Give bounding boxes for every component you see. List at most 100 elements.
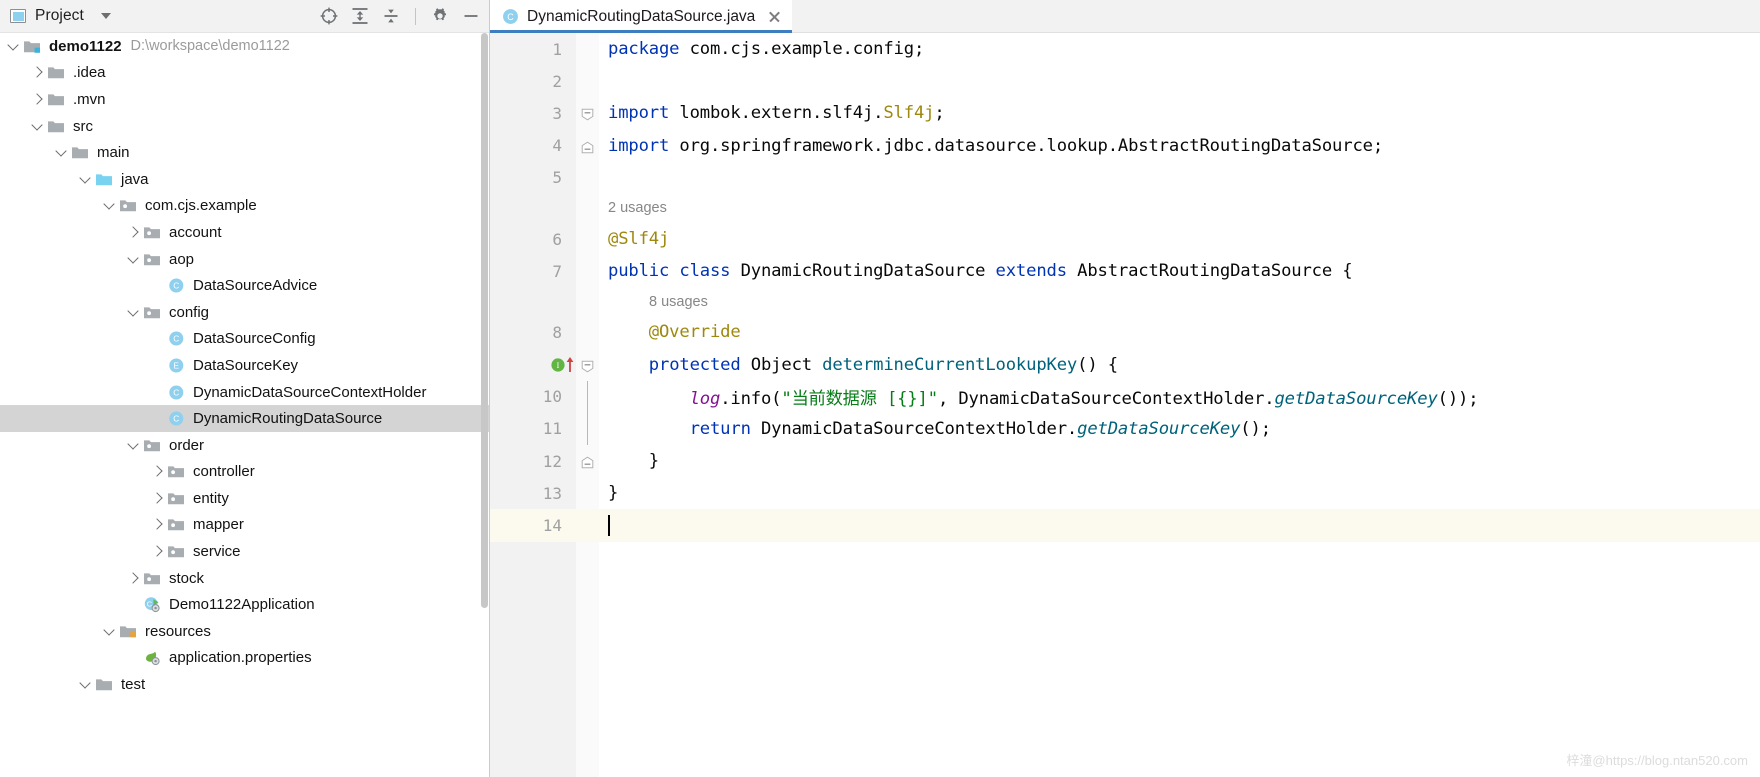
chevron-down-icon[interactable] [102, 624, 117, 639]
settings-button[interactable] [430, 6, 450, 26]
tree-item-demo1122application[interactable]: CDemo1122Application [0, 591, 489, 618]
fold-gutter-cell[interactable] [576, 349, 599, 381]
tree-item-order[interactable]: order [0, 432, 489, 459]
tree-item-config[interactable]: config [0, 299, 489, 326]
locate-file-button[interactable] [319, 6, 339, 26]
tree-item-mapper[interactable]: mapper [0, 512, 489, 539]
fold-gutter-cell[interactable] [576, 97, 599, 129]
tree-item-datasourceconfig[interactable]: CDataSourceConfig [0, 326, 489, 353]
code-token: AbstractRoutingDataSource { [1077, 261, 1352, 281]
spring-config-file-icon [143, 649, 162, 666]
tree-item-datasourceadvice[interactable]: CDataSourceAdvice [0, 272, 489, 299]
chevron-right-icon[interactable] [126, 571, 141, 586]
tree-item-stock[interactable]: stock [0, 565, 489, 592]
code-line[interactable]: 12 } [490, 445, 1760, 477]
tree-item-icon [47, 64, 73, 81]
line-number: 7 [490, 262, 576, 281]
tree-item-aop[interactable]: aop [0, 246, 489, 273]
tree-item-demo1122[interactable]: demo1122D:\workspace\demo1122 [0, 33, 489, 60]
code-line[interactable]: 3import lombok.extern.slf4j.Slf4j; [490, 97, 1760, 129]
fold-gutter-cell[interactable] [576, 130, 599, 162]
tree-item-dynamicroutingdatasource[interactable]: CDynamicRoutingDataSource [0, 405, 489, 432]
project-panel-title-group[interactable]: Project [10, 7, 319, 25]
tree-item-icon [143, 570, 169, 587]
fold-collapse-end-icon[interactable] [581, 454, 594, 467]
close-icon[interactable] [767, 9, 782, 24]
chevron-right-icon[interactable] [150, 544, 165, 559]
chevron-right-icon[interactable] [30, 65, 45, 80]
tree-item-main[interactable]: main [0, 139, 489, 166]
code-line[interactable]: 11 return DynamicDataSourceContextHolder… [490, 413, 1760, 445]
code-line[interactable]: 1package com.cjs.example.config; [490, 33, 1760, 65]
chevron-down-icon[interactable] [101, 13, 111, 19]
code-line[interactable]: 13} [490, 477, 1760, 509]
chevron-down-icon[interactable] [54, 145, 69, 160]
usage-hint[interactable]: 8 usages [490, 287, 1760, 316]
tree-item-test[interactable]: test [0, 671, 489, 698]
expand-all-button[interactable] [350, 6, 370, 26]
chevron-down-icon[interactable] [126, 252, 141, 267]
fold-collapse-icon[interactable] [581, 358, 594, 371]
chevron-down-icon[interactable] [30, 119, 45, 134]
svg-text:I: I [557, 361, 560, 370]
code-line[interactable]: 10 log.info("当前数据源 [{}]", DynamicDataSou… [490, 381, 1760, 413]
collapse-all-button[interactable] [381, 6, 401, 26]
tree-item-application-properties[interactable]: application.properties [0, 645, 489, 672]
chevron-right-icon[interactable] [126, 225, 141, 240]
chevron-right-icon[interactable] [150, 517, 165, 532]
code-line[interactable]: 9I protected Object determineCurrentLook… [490, 349, 1760, 381]
tree-spacer [126, 597, 141, 612]
code-editor[interactable]: 1package com.cjs.example.config;23import… [490, 33, 1760, 777]
code-line[interactable]: 7public class DynamicRoutingDataSource e… [490, 255, 1760, 287]
code-line[interactable]: 8 @Override [490, 316, 1760, 348]
tree-item-icon [119, 197, 145, 214]
tree-item-com-cjs-example[interactable]: com.cjs.example [0, 193, 489, 220]
fold-collapse-icon[interactable] [581, 106, 594, 119]
tree-item-account[interactable]: account [0, 219, 489, 246]
code-line-text: @Slf4j [599, 229, 669, 249]
tree-item-idea[interactable]: .idea [0, 60, 489, 87]
editor-area: C DynamicRoutingDataSource.java 1package… [490, 0, 1760, 777]
chevron-right-icon[interactable] [150, 464, 165, 479]
fold-collapse-end-icon[interactable] [581, 139, 594, 152]
fold-gutter-cell[interactable] [576, 445, 599, 477]
chevron-down-icon[interactable] [126, 305, 141, 320]
code-line[interactable]: 14 [490, 509, 1760, 541]
tree-item-datasourcekey[interactable]: EDataSourceKey [0, 352, 489, 379]
tree-item-resources[interactable]: resources [0, 618, 489, 645]
package-folder-icon [143, 437, 162, 454]
code-token: .info( [720, 389, 781, 409]
chevron-down-icon[interactable] [6, 39, 21, 54]
hide-panel-button[interactable] [461, 6, 481, 26]
fold-gutter-cell[interactable] [576, 413, 599, 445]
tree-item-controller[interactable]: controller [0, 459, 489, 486]
code-lines: 1package com.cjs.example.config;23import… [490, 33, 1760, 542]
tree-item-mvn[interactable]: .mvn [0, 86, 489, 113]
chevron-right-icon[interactable] [150, 491, 165, 506]
code-token: getDataSourceKey [1274, 389, 1437, 409]
tree-item-label: aop [169, 251, 194, 268]
usage-hint[interactable]: 2 usages [490, 194, 1760, 223]
tree-item-entity[interactable]: entity [0, 485, 489, 512]
tree-item-icon [71, 144, 97, 161]
code-line[interactable]: 2 [490, 65, 1760, 97]
chevron-down-icon[interactable] [126, 438, 141, 453]
project-tree[interactable]: demo1122D:\workspace\demo1122.idea.mvnsr… [0, 33, 489, 777]
editor-tab[interactable]: C DynamicRoutingDataSource.java [490, 0, 792, 33]
code-line[interactable]: 4import org.springframework.jdbc.datasou… [490, 130, 1760, 162]
tree-item-java[interactable]: java [0, 166, 489, 193]
fold-gutter-cell[interactable] [576, 381, 599, 413]
chevron-down-icon[interactable] [78, 677, 93, 692]
line-number: 12 [490, 452, 576, 471]
code-line[interactable]: 6@Slf4j [490, 223, 1760, 255]
sidebar-scrollbar-thumb[interactable] [481, 33, 488, 608]
tree-item-src[interactable]: src [0, 113, 489, 140]
code-token: @Slf4j [608, 229, 669, 249]
chevron-down-icon[interactable] [102, 198, 117, 213]
code-line[interactable]: 5 [490, 162, 1760, 194]
chevron-right-icon[interactable] [30, 92, 45, 107]
code-token: DynamicDataSourceContextHolder. [761, 419, 1077, 439]
chevron-down-icon[interactable] [78, 172, 93, 187]
tree-item-service[interactable]: service [0, 538, 489, 565]
tree-item-dynamicdatasourcecontextholder[interactable]: CDynamicDataSourceContextHolder [0, 379, 489, 406]
